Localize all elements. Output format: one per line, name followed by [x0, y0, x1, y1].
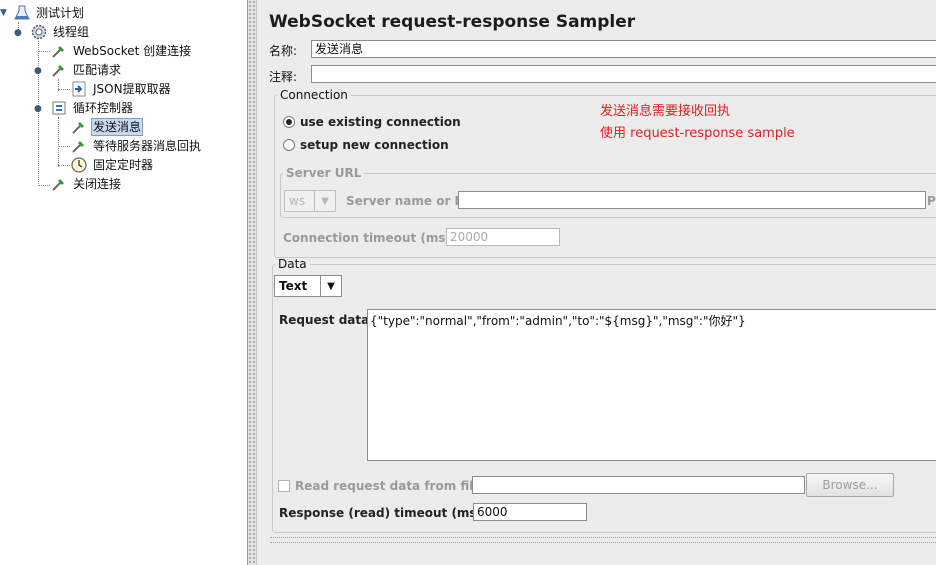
tree-item-label: 匹配请求: [73, 63, 122, 77]
tree-item-label: 线程组: [53, 25, 90, 39]
tree-item-label: JSON提取取器: [93, 82, 171, 96]
read-from-file-checkbox[interactable]: [278, 480, 290, 492]
response-timeout-label: Response (read) timeout (ms):: [279, 506, 487, 520]
extractor-icon: [72, 81, 86, 97]
tree-guide: [58, 89, 70, 90]
bottom-divider: [270, 537, 936, 543]
server-url-legend: Server URL: [286, 166, 362, 180]
loop-controller-icon: [52, 101, 66, 115]
test-plan-icon: [14, 5, 30, 20]
tree-guide: [58, 146, 70, 147]
expand-toggle-icon[interactable]: ▼: [0, 7, 10, 19]
tree-item-label: 发送消息: [91, 118, 144, 136]
chevron-down-icon: ▼: [320, 276, 341, 296]
tree-guide: [38, 51, 50, 52]
tree-item-send-message[interactable]: 发送消息: [70, 118, 144, 136]
tree-item-thread-group[interactable]: 线程组: [30, 23, 91, 41]
page-title: WebSocket request-response Sampler: [269, 12, 636, 32]
connection-timeout-field[interactable]: 20000: [446, 228, 560, 246]
tree-item-wait-server-ack[interactable]: 等待服务器消息回执: [70, 137, 203, 155]
annotation-note-line2: 使用 request-response sample: [600, 126, 795, 141]
tree-guide: [58, 165, 70, 166]
tree-item-label: 固定定时器: [93, 158, 154, 172]
radio-unselected-icon: [283, 139, 295, 151]
request-data-textarea[interactable]: {"type":"normal","from":"admin","to":"${…: [367, 309, 936, 461]
test-plan-tree[interactable]: ▼ ● ● ● 测试计划 线程组 WebSocket 创建连接 匹配请求 JSO…: [0, 0, 248, 565]
protocol-select[interactable]: ws ▼: [284, 190, 336, 212]
tree-item-match-request[interactable]: 匹配请求: [50, 61, 123, 79]
sampler-config-panel: WebSocket request-response Sampler 名称: 发…: [258, 0, 936, 565]
server-name-field[interactable]: [458, 191, 926, 209]
setup-new-connection-radio[interactable]: setup new connection: [283, 138, 449, 152]
browse-button[interactable]: Browse...: [806, 473, 894, 497]
request-data-label: Request data:: [279, 313, 375, 327]
split-pane-divider[interactable]: [248, 0, 257, 565]
read-from-file-label: Read request data from file:: [295, 479, 487, 493]
pipette-icon: [72, 141, 84, 153]
radio-label: setup new connection: [300, 138, 449, 152]
expand-toggle-icon[interactable]: ●: [34, 65, 44, 77]
use-existing-connection-radio[interactable]: use existing connection: [283, 115, 461, 129]
clock-icon: [71, 157, 87, 173]
tree-item-label: 等待服务器消息回执: [93, 139, 202, 153]
port-label: Po: [927, 194, 936, 208]
radio-selected-icon: [283, 116, 295, 128]
tree-item-label: WebSocket 创建连接: [73, 44, 192, 58]
server-name-label: Server name or IP:: [346, 194, 473, 208]
name-field[interactable]: 发送消息: [311, 40, 936, 58]
tree-item-close-connection[interactable]: 关闭连接: [50, 175, 123, 193]
data-type-select[interactable]: Text ▼: [274, 275, 342, 297]
comment-label: 注释:: [269, 70, 298, 84]
response-timeout-field[interactable]: 6000: [473, 503, 587, 521]
expand-toggle-icon[interactable]: ●: [34, 103, 44, 115]
connection-legend: Connection: [280, 88, 348, 102]
pipette-icon: [72, 122, 84, 134]
chevron-down-icon: ▼: [314, 191, 335, 211]
tree-item-websocket-connect[interactable]: WebSocket 创建连接: [50, 42, 193, 60]
annotation-note-line1: 发送消息需要接收回执: [600, 104, 731, 119]
pipette-icon: [52, 65, 64, 77]
name-label: 名称:: [269, 44, 298, 58]
data-type-value: Text: [279, 279, 308, 293]
protocol-value: ws: [289, 194, 306, 208]
tree-item-loop-controller[interactable]: 循环控制器: [50, 99, 135, 117]
tree-item-label: 测试计划: [36, 6, 85, 20]
tree-guide: [38, 185, 50, 186]
file-path-field[interactable]: [472, 476, 805, 494]
tree-item-constant-timer[interactable]: 固定定时器: [70, 156, 155, 174]
expand-toggle-icon[interactable]: ●: [14, 27, 24, 39]
tree-item-json-extractor[interactable]: JSON提取取器: [70, 80, 173, 98]
tree-item-label: 循环控制器: [73, 101, 134, 115]
comment-field[interactable]: [311, 65, 936, 83]
connection-timeout-label: Connection timeout (ms):: [283, 231, 456, 245]
pipette-icon: [52, 46, 64, 58]
radio-label: use existing connection: [300, 115, 461, 129]
gear-icon: [31, 24, 47, 40]
pipette-icon: [52, 179, 64, 191]
tree-item-test-plan[interactable]: 测试计划: [13, 4, 86, 22]
tree-guide: [58, 117, 59, 167]
data-legend: Data: [278, 257, 307, 271]
tree-item-label: 关闭连接: [73, 177, 122, 191]
